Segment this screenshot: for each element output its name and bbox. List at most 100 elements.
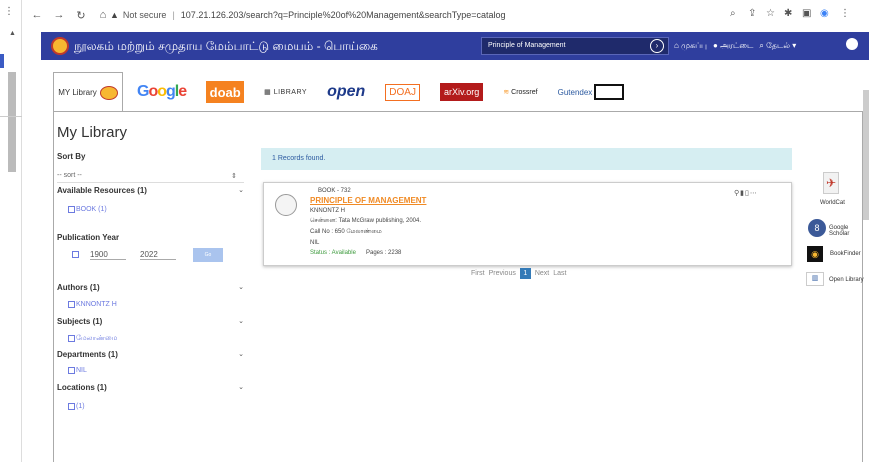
page-title: My Library — [57, 124, 128, 141]
nav-search[interactable]: ⌕ தேடல் ▾ — [759, 41, 796, 51]
tab-google[interactable]: Google — [131, 72, 192, 112]
address-bar[interactable]: ▲ Not secure | 107.21.126.203/search?q=P… — [110, 5, 810, 25]
site-header: நூலகம் மற்றும் சமுதாய மேம்பாட்டு மையம் -… — [41, 32, 869, 60]
year-go-button[interactable]: Go — [193, 248, 223, 262]
chevron-down-icon: ⌄ — [238, 284, 244, 291]
home-icon[interactable]: ⌂ — [96, 9, 110, 21]
sort-select[interactable]: -- sort -- ⇕ — [57, 172, 237, 180]
pager-previous[interactable]: Previous — [489, 270, 516, 277]
star-icon[interactable]: ☆ — [766, 8, 775, 19]
checkbox[interactable] — [68, 301, 75, 308]
facet-subjects[interactable]: Subjects (1) ⌄ — [57, 317, 244, 326]
checkbox[interactable] — [68, 206, 75, 213]
records-found-banner: 1 Records found. — [261, 148, 792, 170]
tab-doaj[interactable]: DOAJ — [379, 72, 426, 112]
doaj-logo: DOAJ — [385, 83, 420, 101]
checkbox[interactable] — [68, 367, 75, 374]
profile-icon[interactable]: ◉ — [820, 8, 829, 19]
crossref-logo: ≋ Crossref — [503, 89, 538, 96]
arxiv-logo: arXiv.org — [439, 83, 484, 101]
facet-option-author[interactable]: KNNONTZ H — [68, 301, 117, 308]
sidepanel-icon[interactable]: ▣ — [802, 8, 811, 19]
bookfinder-icon[interactable]: ◉ — [807, 246, 823, 262]
nav-home-label: முகப்பு — [681, 41, 707, 50]
facet-locations[interactable]: Locations (1) ⌄ — [57, 383, 244, 392]
book-author: KNNONTZ H — [310, 208, 345, 214]
checkbox[interactable] — [68, 335, 75, 342]
tab-crossref[interactable]: ≋ Crossref — [497, 72, 543, 112]
worldcat-icon[interactable]: ✈ — [823, 172, 839, 194]
gutendex-logo: Gutendex — [558, 84, 625, 100]
nav-chat[interactable]: ● அரட்டை — [713, 41, 753, 51]
user-avatar-icon[interactable] — [846, 38, 858, 50]
back-icon[interactable]: ← — [30, 9, 44, 21]
year-checkbox[interactable] — [72, 251, 79, 258]
google-scholar-link[interactable]: Google Scholar — [829, 225, 869, 237]
reload-icon[interactable]: ↻ — [74, 9, 88, 22]
checkbox[interactable] — [68, 403, 75, 410]
doab-logo: doab — [206, 81, 245, 103]
tab-gutendex[interactable]: Gutendex — [552, 72, 631, 112]
pager-last[interactable]: Last — [553, 270, 566, 277]
tab-doab[interactable]: doab — [200, 72, 250, 112]
facet-subjects-label: Subjects (1) — [57, 317, 103, 326]
zoom-icon[interactable]: ⌕ — [730, 8, 736, 19]
search-go-icon[interactable]: › — [650, 39, 664, 53]
tab-my-library[interactable]: MY Library — [53, 72, 123, 112]
open-library-link[interactable]: Open Library — [829, 277, 864, 283]
year-from-input[interactable]: 1900 — [90, 250, 126, 260]
archive-logo: ▦ LIBRARY — [264, 89, 308, 96]
top-nav: ⌂ முகப்பு ● அரட்டை ⌕ தேடல் ▾ — [674, 41, 796, 51]
facet-option-subject[interactable]: மேலாண்மை — [68, 334, 117, 343]
more-icon[interactable]: ⋮ — [4, 6, 14, 17]
menu-icon[interactable]: ⋮ — [840, 8, 850, 19]
facet-option-location[interactable]: (1) — [68, 403, 85, 410]
extensions-icon[interactable]: ✱ — [784, 8, 792, 19]
site-title[interactable]: நூலகம் மற்றும் சமுதாய மேம்பாட்டு மையம் -… — [74, 39, 378, 55]
book-id: BOOK - 732 — [318, 188, 351, 194]
book-title-link[interactable]: PRINCIPLE OF MANAGEMENT — [310, 196, 426, 205]
bookfinder-link[interactable]: BookFinder — [830, 251, 861, 257]
forward-icon[interactable]: → — [52, 9, 66, 21]
book-call-no: Call No : 650 மேலாண்மை — [310, 229, 382, 235]
facet-option-department[interactable]: NIL — [68, 367, 87, 374]
facet-option-label: KNNONTZ H — [76, 301, 117, 308]
archive-label: LIBRARY — [273, 89, 308, 96]
facet-option-book[interactable]: BOOK (1) — [68, 206, 107, 213]
page-scrollbar[interactable] — [863, 90, 869, 220]
book-pages: Pages : 2238 — [366, 250, 402, 256]
more-icon[interactable]: ⋯ — [750, 190, 758, 197]
nav-home[interactable]: ⌂ முகப்பு — [674, 41, 707, 51]
sort-select-value: -- sort -- — [57, 172, 82, 179]
url-text[interactable]: 107.21.126.203/search?q=Principle%20of%2… — [181, 10, 506, 20]
collapse-caret-icon[interactable]: ▲ — [9, 30, 16, 37]
facet-authors[interactable]: Authors (1) ⌄ — [57, 283, 244, 292]
crossref-label: Crossref — [511, 89, 538, 96]
facet-option-label: (1) — [76, 403, 85, 410]
pager-first[interactable]: First — [471, 270, 485, 277]
book-cover-icon[interactable] — [275, 194, 297, 216]
nav-search-label: தேடல் — [766, 41, 790, 50]
site-logo-icon[interactable] — [51, 37, 69, 55]
google-scholar-icon[interactable]: 8 — [808, 219, 826, 237]
pagination: First Previous 1 Next Last — [471, 268, 566, 279]
facet-locations-label: Locations (1) — [57, 383, 107, 392]
security-label: Not secure — [122, 10, 167, 20]
pager-current[interactable]: 1 — [519, 268, 531, 279]
tab-open[interactable]: open — [321, 72, 371, 112]
search-input[interactable]: Principle of Management — [481, 37, 669, 55]
open-library-icon[interactable]: ▥ — [806, 272, 824, 286]
worldcat-link[interactable]: WorldCat — [820, 200, 845, 206]
facet-departments-label: Departments (1) — [57, 350, 118, 359]
book-publisher: சென்னை: Tata McGraw publishing, 2004. — [310, 218, 422, 224]
tab-arxiv[interactable]: arXiv.org — [434, 72, 489, 112]
share-icon[interactable]: ⇪ — [748, 8, 756, 19]
year-to-input[interactable]: 2022 — [140, 250, 176, 260]
pager-next[interactable]: Next — [535, 270, 549, 277]
facet-available[interactable]: Available Resources (1) ⌄ — [57, 186, 244, 195]
open-logo: open — [327, 83, 366, 100]
facet-departments[interactable]: Departments (1) ⌄ — [57, 350, 244, 359]
side-scrollbar[interactable] — [8, 72, 16, 172]
tab-archive[interactable]: ▦ LIBRARY — [258, 72, 313, 112]
url-separator: | — [172, 10, 175, 20]
